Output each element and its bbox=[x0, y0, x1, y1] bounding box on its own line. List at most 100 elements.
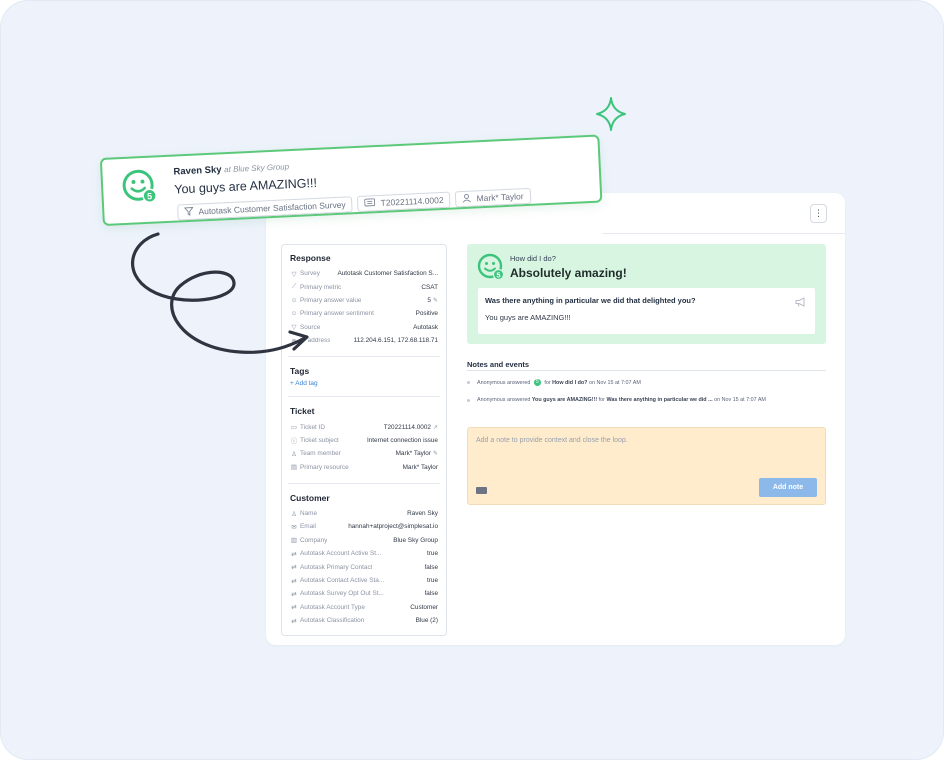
ticket-chip[interactable]: T20221114.0002 bbox=[357, 191, 451, 212]
customer-row-value: Blue (2) bbox=[416, 617, 438, 624]
ticket-row: ▤ Primary resource Mark* Taylor bbox=[290, 461, 438, 474]
row-label-text: Autotask Account Type bbox=[300, 603, 365, 611]
notes-section-title: Notes and events bbox=[467, 360, 530, 369]
row-value-text: true bbox=[426, 550, 438, 558]
row-label-text: Company bbox=[300, 536, 328, 544]
response-row-value: 112.204.6.151, 172.68.118.71 bbox=[354, 337, 438, 344]
ticket-row-value: Internet connection issue bbox=[367, 437, 438, 444]
more-options-button[interactable]: ⋮ bbox=[810, 204, 827, 223]
row-label-text: Ticket ID bbox=[300, 423, 325, 431]
customer-row-label: ⇄ Autotask Account Type bbox=[290, 603, 365, 612]
row-label-text: Primary resource bbox=[300, 463, 349, 471]
sync-icon: ⇄ bbox=[291, 564, 297, 572]
row-label-text: Autotask Survey Opt Out St... bbox=[300, 590, 384, 598]
note-editor[interactable]: Add a note to provide context and close … bbox=[467, 427, 826, 505]
followup-question: Was there anything in particular we did … bbox=[485, 296, 696, 305]
ticket-row-label: ⓘ Ticket subject bbox=[290, 435, 339, 446]
header-divider bbox=[602, 233, 845, 234]
customer-row: ▥ Company Blue Sky Group bbox=[290, 534, 438, 547]
note-placeholder: Add a note to provide context and close … bbox=[476, 437, 628, 444]
customer-row: ⇄ Autotask Contact Active Sta... true bbox=[290, 574, 438, 587]
customer-row: ⇄ Autotask Account Type Customer bbox=[290, 601, 438, 614]
bullet-icon bbox=[467, 398, 470, 402]
customer-row-value: Customer bbox=[410, 604, 438, 611]
person-icon: ♙ bbox=[291, 510, 297, 518]
customer-section-title: Customer bbox=[290, 492, 330, 503]
event-question: How did I do? bbox=[552, 379, 588, 386]
row-label-text: Name bbox=[300, 510, 318, 518]
row-value-text: Positive bbox=[415, 310, 438, 318]
megaphone-icon[interactable] bbox=[795, 294, 807, 312]
customer-name: Raven Sky at Blue Sky Group bbox=[173, 161, 289, 177]
followup-answer: You guys are AMAZING!!! bbox=[485, 313, 571, 322]
add-tag-link[interactable]: + Add tag bbox=[290, 380, 438, 387]
mail-icon: ✉ bbox=[291, 523, 297, 531]
curly-arrow-icon bbox=[120, 228, 320, 368]
customer-row-value: hannah+atproject@simplesat.io bbox=[348, 523, 438, 530]
customer-row-label: ⇄ Autotask Primary Contact bbox=[290, 563, 373, 572]
row-value-text: Mark* Taylor bbox=[395, 450, 431, 458]
bullet-icon bbox=[467, 381, 470, 384]
sync-icon: ⇄ bbox=[291, 617, 297, 625]
customer-row: ♙ Name Raven Sky bbox=[290, 507, 438, 520]
response-row-value: CSAT bbox=[421, 284, 438, 291]
event-actor: Anonymous bbox=[477, 397, 506, 403]
ticket-row: ♙ Team member Mark* Taylor ✎ bbox=[290, 447, 438, 460]
survey-chip-label: Autotask Customer Satisfaction Survey bbox=[198, 199, 346, 217]
customer-row-label: ▥ Company bbox=[290, 536, 328, 545]
ticket-row-label: ▤ Primary resource bbox=[290, 463, 349, 472]
customer-comment: You guys are AMAZING!!! bbox=[174, 175, 318, 197]
row-label-text: Email bbox=[300, 523, 316, 531]
person-icon bbox=[462, 193, 472, 204]
customer-row-label: ⇄ Autotask Contact Active Sta... bbox=[290, 577, 384, 585]
score-badge: 5 bbox=[533, 379, 541, 386]
event-verb: answered bbox=[506, 397, 531, 403]
row-label-text: Autotask Primary Contact bbox=[300, 563, 373, 571]
member-chip[interactable]: Mark* Taylor bbox=[455, 187, 531, 208]
info-icon: ⓘ bbox=[290, 438, 298, 446]
answer-card: 5 How did I do? Absolutely amazing! Was … bbox=[467, 244, 826, 344]
row-value-text: Autotask bbox=[413, 323, 438, 331]
row-value-text: false bbox=[424, 563, 439, 571]
event-item: Anonymous answered 5 for How did I do? o… bbox=[467, 379, 641, 386]
edit-icon[interactable]: ✎ bbox=[433, 298, 438, 304]
ticket-row-value: Mark* Taylor ✎ bbox=[396, 450, 438, 457]
response-row-value: Autotask Customer Satisfaction S... bbox=[337, 270, 438, 277]
customer-row-value: false bbox=[425, 590, 439, 597]
ticket-row-label: ♙ Team member bbox=[290, 450, 341, 458]
event-prep: for bbox=[544, 379, 551, 386]
row-value-text: Raven Sky bbox=[407, 510, 438, 518]
edit-icon[interactable]: ✎ bbox=[433, 451, 438, 457]
event-time: on Nov 15 at 7:07 AM bbox=[714, 397, 766, 403]
add-note-button[interactable]: Add note bbox=[759, 478, 817, 497]
customer-row-label: ⇄ Autotask Survey Opt Out St... bbox=[290, 590, 384, 598]
external-link-icon[interactable]: ↗ bbox=[433, 425, 438, 431]
notes-divider bbox=[467, 370, 826, 371]
sync-icon: ⇄ bbox=[291, 577, 297, 585]
customer-row-label: ✉ Email bbox=[290, 523, 316, 531]
row-value-text: true bbox=[426, 577, 438, 585]
keyboard-icon[interactable] bbox=[476, 487, 487, 494]
row-value-text: Blue Sky Group bbox=[393, 536, 438, 544]
event-actor: Anonymous bbox=[477, 379, 506, 386]
divider bbox=[288, 396, 440, 398]
row-label-text: Autotask Contact Active Sta... bbox=[300, 577, 385, 585]
row-value-text: CSAT bbox=[421, 283, 438, 291]
ticket-row: ▭ Ticket ID T20221114.0002 ↗ bbox=[290, 420, 438, 433]
ticket-chip-label: T20221114.0002 bbox=[380, 194, 444, 208]
row-value-text: false bbox=[424, 590, 439, 598]
row-value-text: 112.204.6.151, 172.68.118.71 bbox=[353, 337, 438, 345]
customer-row: ✉ Email hannah+atproject@simplesat.io bbox=[290, 520, 438, 533]
ticket-row-label: ▭ Ticket ID bbox=[290, 423, 325, 432]
event-verb: answered bbox=[506, 379, 531, 386]
row-value-text: Mark* Taylor bbox=[402, 463, 438, 471]
customer-row-value: false bbox=[425, 564, 439, 571]
ticket-icon: ▭ bbox=[290, 424, 298, 432]
response-row-value: Autotask bbox=[413, 324, 438, 331]
filter-icon bbox=[183, 206, 194, 217]
ticket-row-value: Mark* Taylor bbox=[403, 464, 438, 471]
customer-row: ⇄ Autotask Survey Opt Out St... false bbox=[290, 587, 438, 600]
row-value-text: hannah+atproject@simplesat.io bbox=[348, 523, 438, 531]
row-label-text: Autotask Classification bbox=[300, 617, 365, 625]
customer-row-label: ♙ Name bbox=[290, 510, 317, 518]
